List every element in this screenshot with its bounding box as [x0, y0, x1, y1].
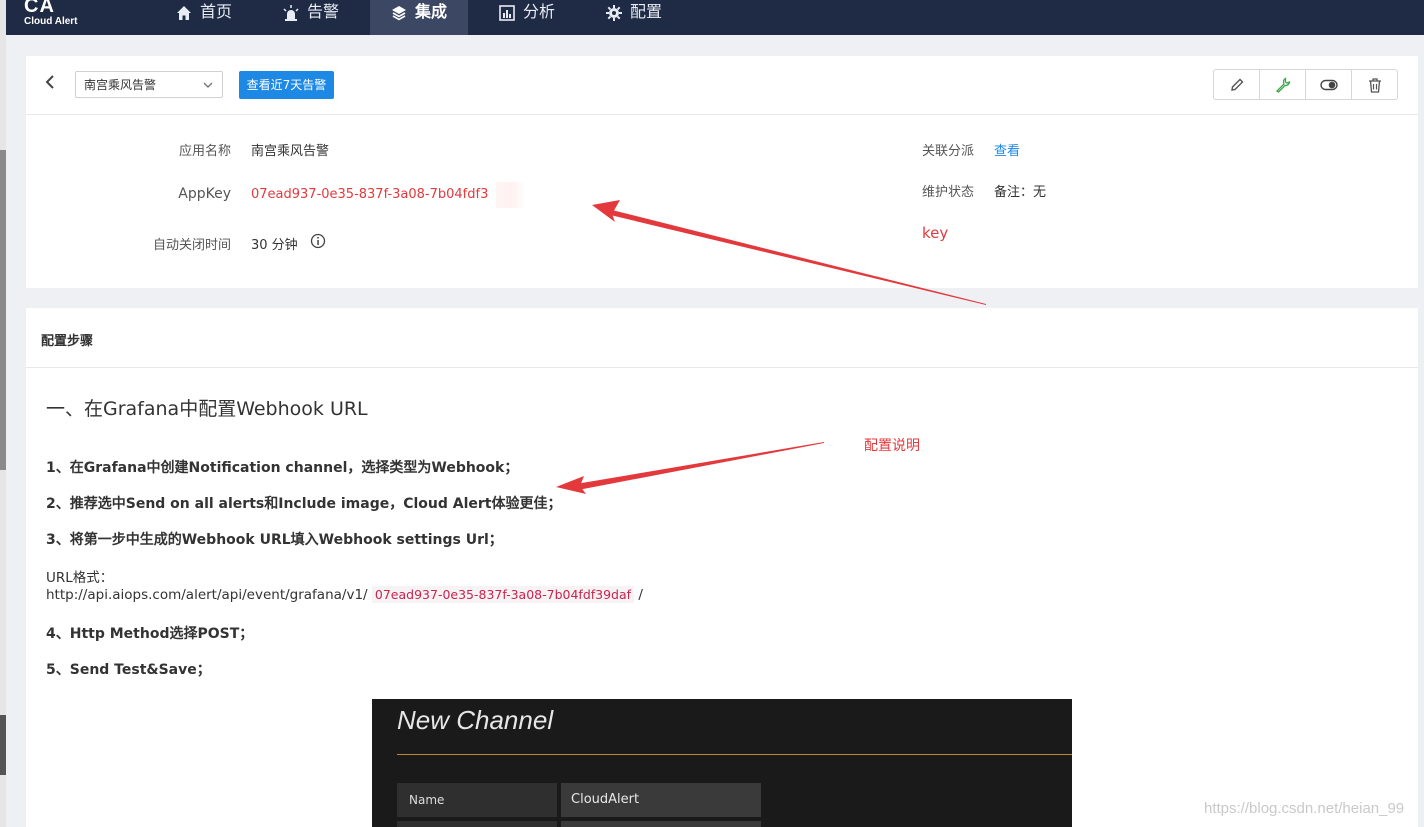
annotation-arrows: [556, 200, 986, 494]
key-annotation: key: [922, 224, 949, 242]
config-annotation: 配置说明: [864, 438, 920, 454]
config-arrow-shaft: [576, 442, 824, 490]
watermark: https://blog.csdn.net/heian_99: [1204, 800, 1405, 817]
